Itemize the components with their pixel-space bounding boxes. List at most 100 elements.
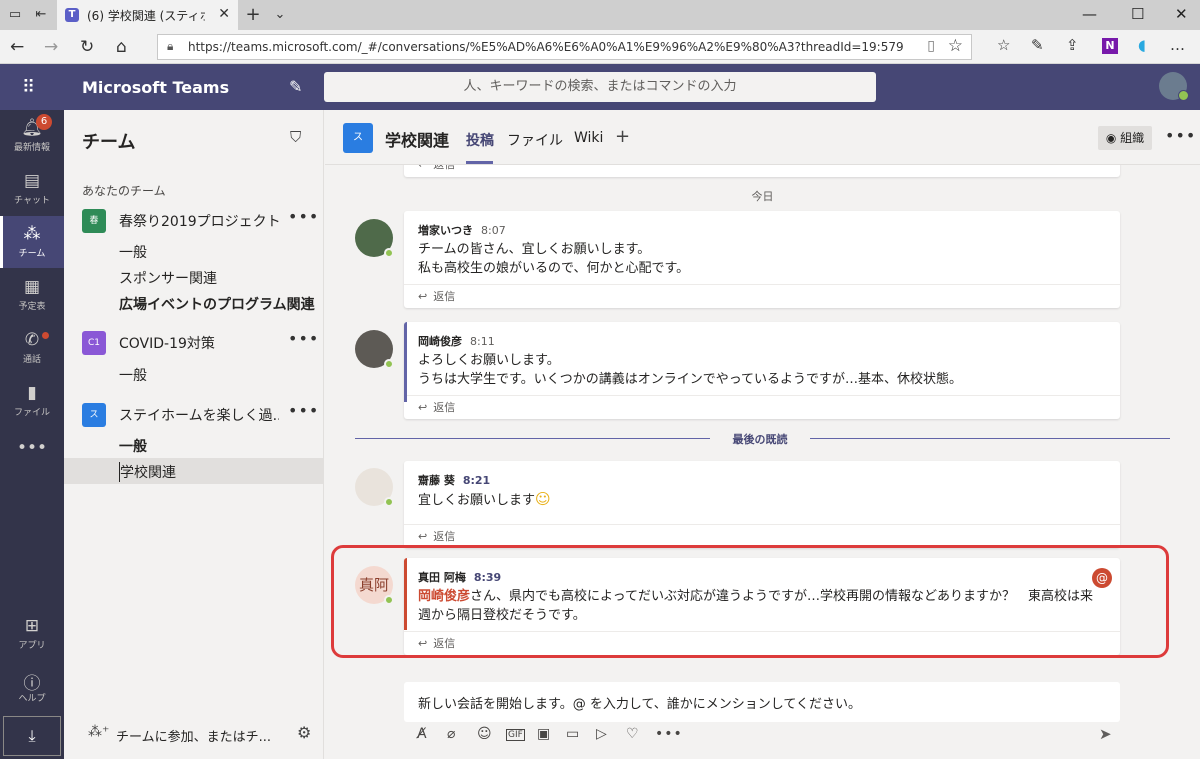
phone-icon: ✆ [24, 330, 40, 350]
praise-icon[interactable]: ♡ [626, 726, 639, 742]
rail-item-calls[interactable]: ✆ 通話 [0, 322, 64, 374]
more-options-icon[interactable]: ••• [655, 726, 683, 742]
teams-favicon-icon: T [65, 8, 79, 22]
gif-icon[interactable]: GIF [506, 729, 525, 741]
settings-more-icon[interactable]: … [1170, 36, 1185, 54]
channel-item[interactable]: 一般 [119, 365, 147, 385]
conversation-pane: ↩ 返信 今日 増家いつき 8:07 チームの皆さん、宜しくお願いします。 私も高校… [325, 165, 1200, 685]
filter-icon[interactable]: ⛉ [290, 128, 301, 146]
last-read-divider [355, 438, 710, 439]
maximize-icon[interactable]: ☐ [1131, 5, 1144, 23]
join-team-label: チームに参加、またはチ... [116, 730, 272, 745]
org-button[interactable]: ◉ 組織 [1098, 126, 1152, 150]
onenote-icon[interactable]: N [1102, 38, 1118, 54]
section-label: あなたのチーム [82, 184, 166, 198]
more-options-icon[interactable]: ••• [288, 207, 319, 226]
gear-icon[interactable]: ⚙ [297, 723, 311, 742]
back-icon[interactable]: ← [10, 37, 24, 57]
refresh-icon[interactable]: ↻ [80, 37, 94, 57]
channel-item[interactable]: スポンサー関連 [119, 268, 217, 288]
tab-posts[interactable]: 投稿 [466, 130, 494, 150]
pen-icon[interactable]: ✎ [1031, 36, 1044, 54]
tab-actions-icon[interactable]: ▭ [6, 6, 24, 24]
meet-now-icon[interactable]: ▭ [566, 726, 579, 742]
compose-box[interactable]: 新しい会話を開始します。@ を入力して、誰かにメンションしてください。 [404, 682, 1120, 722]
message-author[interactable]: 増家いつき [418, 224, 473, 237]
message-author[interactable]: 岡崎俊彦 [418, 335, 462, 348]
format-icon[interactable]: A̸ [417, 726, 427, 742]
message-card: 齋藤 葵 8:21 宜しくお願いします☺ ↩ 返信 [404, 461, 1120, 548]
lock-icon: 🔒︎ [167, 39, 174, 53]
join-team-icon: ⁂⁺ [88, 724, 110, 740]
rail-more-button[interactable]: ••• [0, 430, 64, 482]
presence-available-icon [384, 359, 394, 369]
more-options-icon[interactable]: ••• [288, 329, 319, 348]
new-chat-icon[interactable]: ✎ [289, 77, 302, 96]
channel-title: 学校関連 [385, 131, 450, 150]
channel-item[interactable]: 一般 [119, 242, 147, 262]
team-item[interactable]: 春 春祭り2019プロジェクト ••• [64, 207, 324, 235]
reply-button[interactable]: ↩ 返信 [404, 395, 1120, 419]
compose-toolbar: A̸ ⌀ ☺ GIF ▣ ▭ ▷ ♡ ••• ➤ [404, 724, 1164, 750]
share-icon[interactable]: ⇪ [1066, 36, 1079, 54]
rail-item-chat[interactable]: ▤ チャット [0, 163, 64, 215]
send-icon[interactable]: ➤ [1099, 725, 1112, 743]
tab-files[interactable]: ファイル [507, 130, 563, 150]
reply-button[interactable]: ↩ 返信 [404, 165, 1120, 177]
avatar[interactable] [355, 468, 394, 507]
search-input[interactable]: 人、キーワードの検索、またはコマンドの入力 [324, 72, 876, 102]
forward-icon[interactable]: → [44, 37, 58, 57]
channel-item-selected[interactable]: 学校関連 [64, 458, 323, 484]
rail-item-help[interactable]: ⓘ ヘルプ [0, 661, 64, 713]
profile-avatar[interactable] [1159, 72, 1189, 101]
app-name: Microsoft Teams [82, 78, 230, 97]
app-launcher-icon[interactable]: ⠿ [22, 77, 36, 98]
rail-item-apps[interactable]: ⊞ アプリ [0, 608, 64, 660]
join-team-button[interactable]: ⁂⁺ チームに参加、またはチ... ⚙ [64, 720, 324, 750]
calendar-icon: ▦ [23, 277, 41, 297]
stream-icon[interactable]: ▷ [596, 726, 607, 742]
rail-item-files[interactable]: ▮ ファイル [0, 375, 64, 427]
browser-tab-active[interactable]: T (6) 学校関連 (スティホーム ✕ [57, 0, 238, 30]
close-tab-icon[interactable]: ✕ [218, 6, 230, 22]
message-card-previous: ↩ 返信 [404, 165, 1120, 177]
compose-placeholder: 新しい会話を開始します。@ を入力して、誰かにメンションしてください。 [418, 697, 862, 712]
tab-wiki[interactable]: Wiki [574, 130, 603, 146]
avatar[interactable] [355, 219, 394, 258]
download-icon[interactable]: ⤓ [3, 716, 61, 756]
new-tab-icon[interactable]: + [244, 6, 262, 24]
rail-item-activity[interactable]: 🔔︎ 最新情報 6 [0, 110, 64, 162]
channel-item[interactable]: 広場イベントのプログラム関連 [119, 294, 315, 314]
reply-button[interactable]: ↩ 返信 [404, 284, 1120, 308]
reply-label: 返信 [433, 401, 456, 414]
favorite-star-icon[interactable]: ☆ [948, 36, 963, 56]
more-options-icon[interactable]: ••• [288, 401, 319, 420]
team-item[interactable]: ス ステイホームを楽しく過... ••• [64, 401, 324, 429]
add-tab-icon[interactable]: + [615, 126, 630, 147]
rail-item-teams[interactable]: ⁂ チーム [0, 216, 64, 268]
rail-item-calendar[interactable]: ▦ 予定表 [0, 269, 64, 321]
minimize-icon[interactable]: — [1082, 5, 1097, 23]
home-icon[interactable]: ⌂ [116, 37, 127, 57]
team-name: COVID-19対策 [119, 336, 215, 352]
tab-back-icon[interactable]: ⇤ [32, 6, 50, 24]
address-bar[interactable]: 🔒︎ https://teams.microsoft.com/_#/conver… [157, 34, 972, 60]
url-text[interactable]: https://teams.microsoft.com/_#/conversat… [188, 40, 904, 54]
chevron-down-icon[interactable]: ⌄ [271, 6, 289, 24]
sticker-icon[interactable]: ▣ [537, 726, 550, 742]
reply-arrow-icon: ↩ [418, 530, 428, 543]
favorites-icon[interactable]: ☆ [997, 36, 1010, 54]
extension-icon[interactable]: ◖ [1138, 36, 1146, 54]
message-line: チームの皆さん、宜しくお願いします。 [418, 242, 651, 257]
channel-item[interactable]: 一般 [119, 436, 147, 456]
more-options-icon[interactable]: ••• [1165, 126, 1196, 145]
channel-team-avatar: ス [343, 123, 373, 153]
emoji-icon[interactable]: ☺ [477, 726, 492, 742]
message-author[interactable]: 齋藤 葵 [418, 474, 455, 487]
reading-view-icon[interactable]: ▯ [927, 38, 935, 54]
bell-icon: 🔔︎ [21, 118, 43, 138]
team-item[interactable]: C1 COVID-19対策 ••• [64, 329, 324, 357]
close-window-icon[interactable]: ✕ [1175, 5, 1188, 23]
avatar[interactable] [355, 330, 394, 369]
attach-icon[interactable]: ⌀ [447, 726, 455, 742]
